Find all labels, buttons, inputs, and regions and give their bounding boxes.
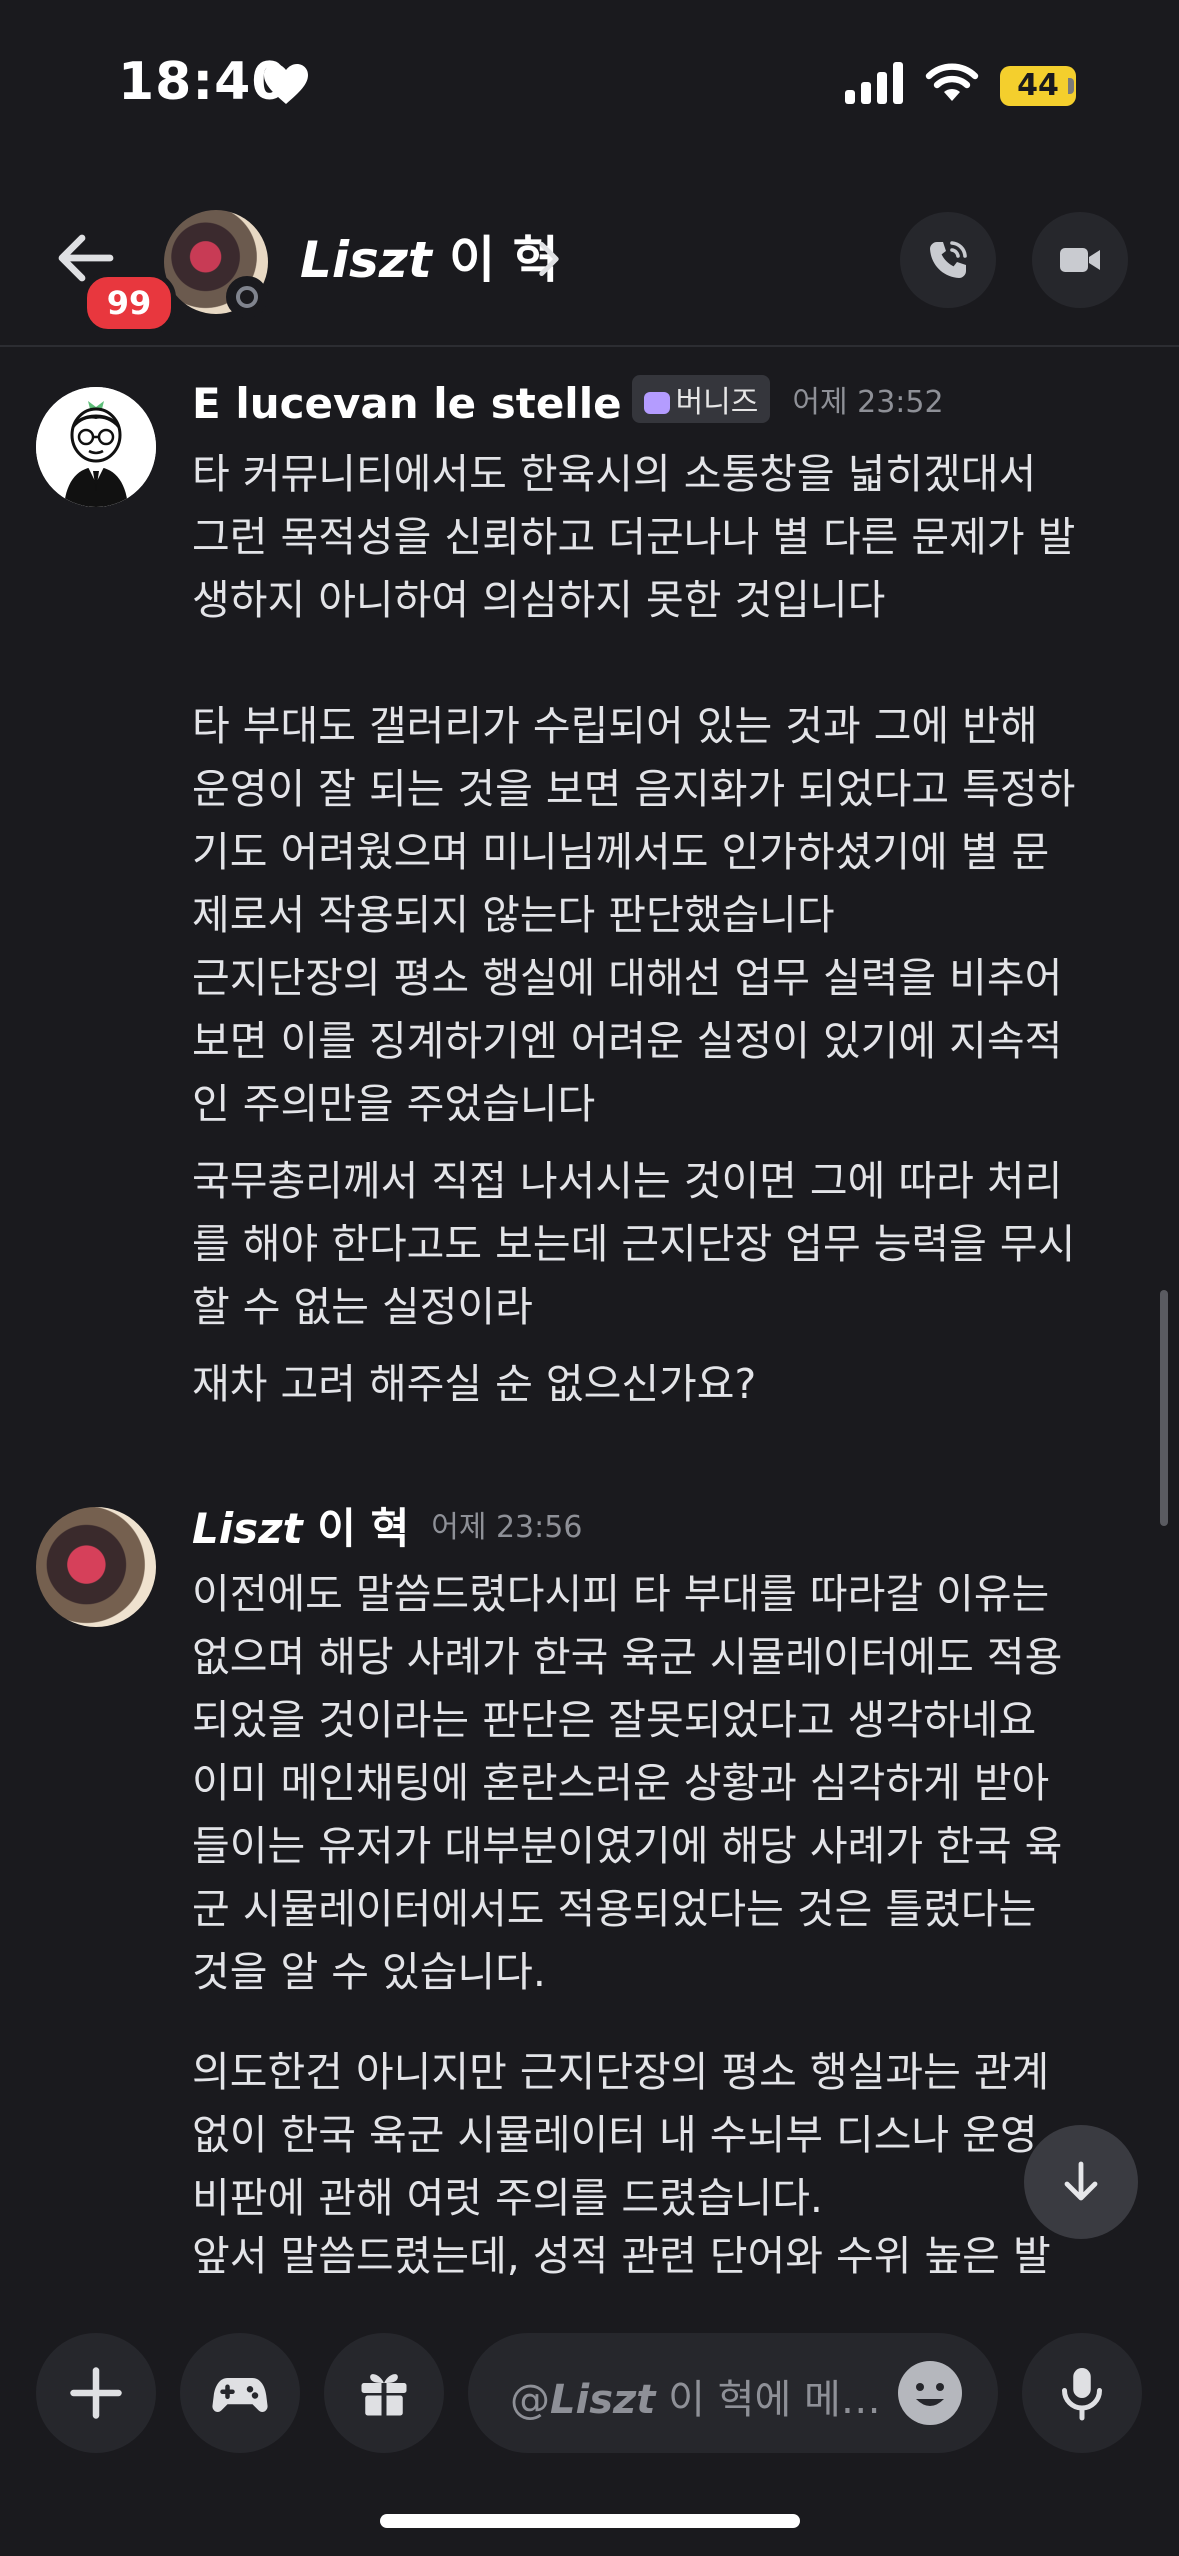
scrollbar[interactable] [1160, 1290, 1168, 1526]
message-text[interactable]: 국무총리께서 직접 나서시는 것이면 그에 따라 처리 를 해야 한다고도 보는… [192, 1150, 1152, 1339]
voice-call-button[interactable] [900, 212, 996, 308]
video-camera-icon [1060, 248, 1100, 272]
role-tag-label: 버니즈 [675, 385, 759, 420]
timestamp: 어제 23:52 [792, 385, 944, 420]
timestamp: 어제 23:56 [431, 1510, 583, 1545]
cartoon-avatar-icon [36, 387, 156, 507]
channel-title-italic: Liszt [300, 231, 432, 289]
author-name-italic: Liszt [192, 1504, 303, 1553]
message-text[interactable]: 타 커뮤니티에서도 한육시의 소통창을 넓히겠대서 그런 목적성을 신뢰하고 더… [192, 443, 1152, 947]
message-text[interactable]: 이전에도 말씀드렸다시피 타 부대를 따라갈 이유는 없으며 해당 사례가 한국… [192, 1563, 1152, 2004]
offline-status-icon [226, 276, 268, 318]
gift-icon [361, 2374, 407, 2416]
author-name[interactable]: Liszt 이 혁 [192, 1504, 409, 1553]
placeholder-italic: Liszt [550, 2377, 656, 2423]
wifi-icon [925, 63, 979, 101]
activities-button[interactable] [180, 2333, 300, 2453]
channel-header: 99 Liszt 이 혁 [0, 200, 1179, 347]
message-input-placeholder: @Liszt 이 혁에 메… [510, 2367, 890, 2425]
author-name-rest: 이 혁 [302, 1504, 410, 1553]
chevron-right-icon[interactable] [538, 240, 560, 278]
status-bar: 18:40 44 [0, 0, 1179, 170]
placeholder-prefix: @ [510, 2377, 550, 2423]
gamepad-icon [212, 2378, 268, 2413]
emoji-button[interactable] [898, 2361, 962, 2425]
message-header-1: E lucevan le stelle 버니즈 어제 23:52 [192, 375, 944, 428]
home-indicator[interactable] [380, 2514, 800, 2528]
emoji-icon [900, 2363, 960, 2423]
message-text[interactable]: 의도한건 아니지만 근지단장의 평소 행실과는 관계 없이 한국 육군 시뮬레이… [192, 2041, 1152, 2230]
arrow-down-icon [1064, 2161, 1098, 2201]
avatar-liszt[interactable] [36, 1507, 156, 1627]
message-list[interactable]: E lucevan le stelle 버니즈 어제 23:52 타 커뮤니티에서도… [0, 347, 1179, 2277]
message-text[interactable]: 재차 고려 해주실 순 없으신가요? [192, 1353, 1152, 1416]
role-tag[interactable]: 버니즈 [631, 375, 771, 423]
message-header-2: Liszt 이 혁 어제 23:56 [192, 1495, 582, 1556]
author-name[interactable]: E lucevan le stelle [192, 379, 622, 428]
add-attachment-button[interactable] [36, 2333, 156, 2453]
phone-call-icon [930, 241, 967, 278]
video-call-button[interactable] [1032, 212, 1128, 308]
avatar-e-lucevan[interactable] [36, 387, 156, 507]
channel-title[interactable]: Liszt 이 혁 [300, 220, 559, 292]
plus-icon [70, 2367, 122, 2419]
gift-button[interactable] [324, 2333, 444, 2453]
battery-icon: 44 [1000, 66, 1076, 106]
voice-message-button[interactable] [1022, 2333, 1142, 2453]
signal-icon [845, 62, 903, 104]
gem-icon [643, 392, 670, 414]
message-text[interactable]: 앞서 말씀드렸는데, 성적 관련 단어와 수위 높은 발 [192, 2225, 1152, 2277]
placeholder-rest: 이 혁에 메… [655, 2377, 881, 2423]
message-input[interactable]: @Liszt 이 혁에 메… [468, 2333, 998, 2453]
microphone-icon [1062, 2368, 1102, 2421]
message-text[interactable]: 근지단장의 평소 행실에 대해선 업무 실력을 비추어 보면 이를 징계하기엔 … [192, 947, 1152, 1136]
jump-to-present-button[interactable] [1024, 2125, 1138, 2239]
heart-icon [264, 64, 308, 104]
battery-tip [1068, 78, 1074, 94]
unread-badge: 99 [82, 272, 176, 334]
